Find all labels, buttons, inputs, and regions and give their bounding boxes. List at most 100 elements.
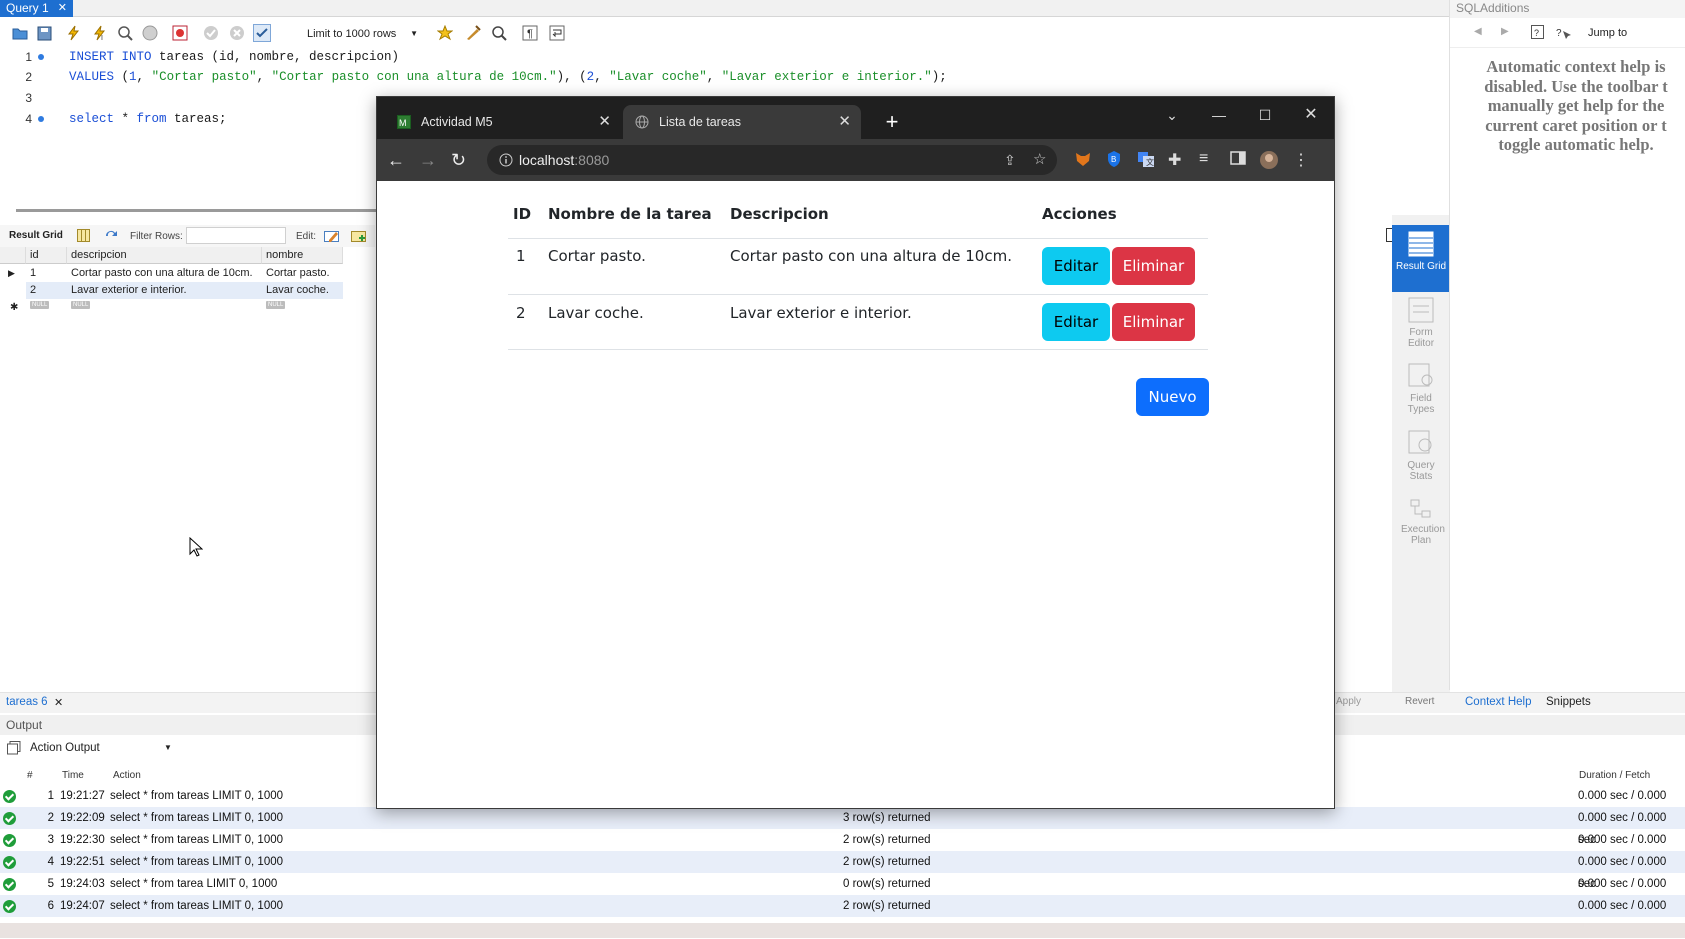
output-row[interactable]: 5 19:24:03 select * from tarea LIMIT 0, … [0, 873, 1685, 912]
result-tab[interactable]: tareas 6 [6, 696, 48, 708]
action-output-select[interactable]: Action Output [30, 742, 100, 754]
tab-actividad-m5[interactable]: M Actividad M5 ✕ [385, 105, 621, 139]
reload-icon[interactable]: ↻ [451, 150, 471, 170]
null-cell[interactable]: NULL [67, 297, 262, 314]
output-col-action: Action [113, 770, 141, 781]
delete-button[interactable]: Eliminar [1112, 303, 1195, 341]
profile-avatar[interactable] [1259, 150, 1279, 170]
manual-help-icon[interactable]: ? [1531, 25, 1545, 40]
output-row[interactable]: 6 19:24:07 select * from tareas LIMIT 0,… [0, 895, 1685, 934]
close-icon[interactable]: ✕ [58, 1, 67, 14]
new-task-button[interactable]: Nuevo [1136, 378, 1209, 416]
share-icon[interactable]: ⇪ [1004, 145, 1016, 175]
back-arrow-icon[interactable]: ◀ [1474, 26, 1482, 37]
filter-rows-input[interactable] [186, 227, 286, 244]
code-line: INSERT INTO tareas (id, nombre, descripc… [69, 50, 400, 64]
chevron-down-icon[interactable]: ▼ [164, 743, 172, 752]
reading-list-icon[interactable]: ≡ [1199, 150, 1219, 170]
execute-current-icon[interactable]: I [92, 25, 108, 41]
edit-row-icon[interactable] [324, 229, 340, 243]
back-arrow-icon[interactable]: ← [387, 150, 407, 170]
revert-button[interactable]: Revert [1405, 696, 1434, 707]
execution-plan-icon [1401, 498, 1441, 520]
delete-button[interactable]: Eliminar [1112, 247, 1195, 285]
close-icon[interactable]: ✕ [598, 105, 611, 139]
commit-icon[interactable] [203, 25, 219, 41]
fox-extension-icon[interactable] [1074, 150, 1094, 170]
jump-to-label[interactable]: Jump to [1588, 27, 1627, 39]
tab-search-chevron-icon[interactable]: ⌄ [1149, 103, 1195, 127]
forward-arrow-icon[interactable]: → [419, 150, 439, 170]
address-bar[interactable]: localhost:8080 ⇪ ☆ [487, 145, 1057, 175]
tab-title: Lista de tareas [659, 115, 741, 129]
query-tab[interactable]: Query 1 ✕ [0, 0, 73, 17]
table-cell[interactable]: 1 [26, 265, 67, 282]
side-panel-icon[interactable] [1230, 150, 1250, 170]
edit-button[interactable]: Editar [1042, 303, 1110, 341]
close-icon[interactable]: ✕ [838, 105, 851, 139]
explain-icon[interactable] [117, 25, 133, 41]
save-icon[interactable] [37, 26, 53, 42]
panel-splitter[interactable] [16, 209, 376, 212]
auto-help-icon[interactable]: ? [1555, 25, 1571, 40]
column-header[interactable]: nombre [262, 247, 343, 264]
minimize-icon[interactable]: — [1196, 103, 1242, 127]
table-cell[interactable]: Cortar pasto con una altura de 10cm. [67, 265, 262, 282]
invisible-chars-icon[interactable]: ¶ [522, 25, 538, 41]
null-cell[interactable]: NULL [26, 297, 67, 314]
side-tab-form-editor[interactable]: Form Editor [1401, 297, 1441, 349]
autocommit-toggle-icon[interactable] [253, 24, 271, 42]
table-cell[interactable]: Cortar pasto. [262, 265, 343, 282]
globe-icon [635, 115, 649, 129]
maximize-icon[interactable]: ☐ [1242, 103, 1288, 127]
output-row[interactable]: 4 19:22:51 select * from tareas LIMIT 0,… [0, 851, 1685, 890]
site-info-icon[interactable] [499, 153, 513, 167]
sql-additions-title: SQLAdditions [1456, 1, 1530, 15]
tab-context-help[interactable]: Context Help [1465, 696, 1531, 708]
extensions-puzzle-icon[interactable]: ✚ [1168, 150, 1188, 170]
find-icon[interactable] [491, 25, 507, 41]
output-row[interactable]: 2 19:22:09 select * from tareas LIMIT 0,… [0, 807, 1685, 846]
close-icon[interactable]: ✕ [54, 696, 63, 709]
side-tab-execution-plan[interactable]: Execution Plan [1401, 498, 1445, 546]
column-header[interactable]: id [26, 247, 67, 264]
open-folder-icon[interactable] [12, 26, 28, 42]
edit-button[interactable]: Editar [1042, 247, 1110, 285]
output-num: 5 [47, 878, 54, 890]
execute-icon[interactable] [66, 25, 82, 41]
limit-rows-select[interactable]: Limit to 1000 rows ▼ [304, 24, 422, 44]
output-row[interactable]: 3 19:22:30 select * from tareas LIMIT 0,… [0, 829, 1685, 868]
grid-layout-icon[interactable] [77, 229, 90, 242]
new-tab-plus-icon[interactable]: + [877, 105, 907, 139]
menu-kebab-icon[interactable]: ⋮ [1293, 150, 1313, 170]
forward-arrow-icon[interactable]: ▶ [1501, 26, 1509, 37]
sql-additions-header: SQLAdditions [1450, 0, 1685, 18]
null-cell[interactable]: NULL [262, 297, 343, 314]
rollback-icon[interactable] [229, 25, 245, 41]
output-num: 1 [47, 790, 54, 802]
column-header[interactable]: descripcion [67, 247, 262, 264]
side-tab-query-stats[interactable]: Query Stats [1401, 430, 1441, 482]
translate-extension-icon[interactable]: 文 [1137, 150, 1157, 170]
query-stats-icon [1401, 430, 1441, 456]
bookmark-star-icon[interactable]: ☆ [1033, 145, 1046, 175]
close-window-icon[interactable]: ✕ [1288, 103, 1334, 127]
tab-lista-de-tareas[interactable]: Lista de tareas ✕ [623, 105, 861, 139]
url-port: :8080 [574, 152, 610, 168]
sql-toolbar: I Limit to 1000 rows ▼ ¶ [0, 17, 1456, 50]
wrap-lines-icon[interactable] [549, 25, 565, 41]
add-row-icon[interactable] [351, 229, 367, 243]
shield-extension-icon[interactable]: B [1106, 150, 1126, 170]
refresh-icon[interactable] [104, 229, 119, 242]
side-tab-result-grid[interactable]: Result Grid [1392, 225, 1450, 292]
stop-icon[interactable] [142, 25, 158, 41]
task-nombre: Lavar coche. [548, 304, 644, 322]
apply-button[interactable]: Apply [1336, 696, 1361, 707]
bookmark-star-icon[interactable] [437, 25, 453, 41]
tab-snippets[interactable]: Snippets [1546, 696, 1591, 708]
copy-icon[interactable] [7, 741, 21, 755]
side-tab-field-types[interactable]: Field Types [1401, 363, 1441, 415]
beautify-icon[interactable] [465, 25, 481, 41]
toggle-continue-icon[interactable] [172, 25, 188, 41]
output-action: select * from tareas LIMIT 0, 1000 [110, 900, 284, 912]
